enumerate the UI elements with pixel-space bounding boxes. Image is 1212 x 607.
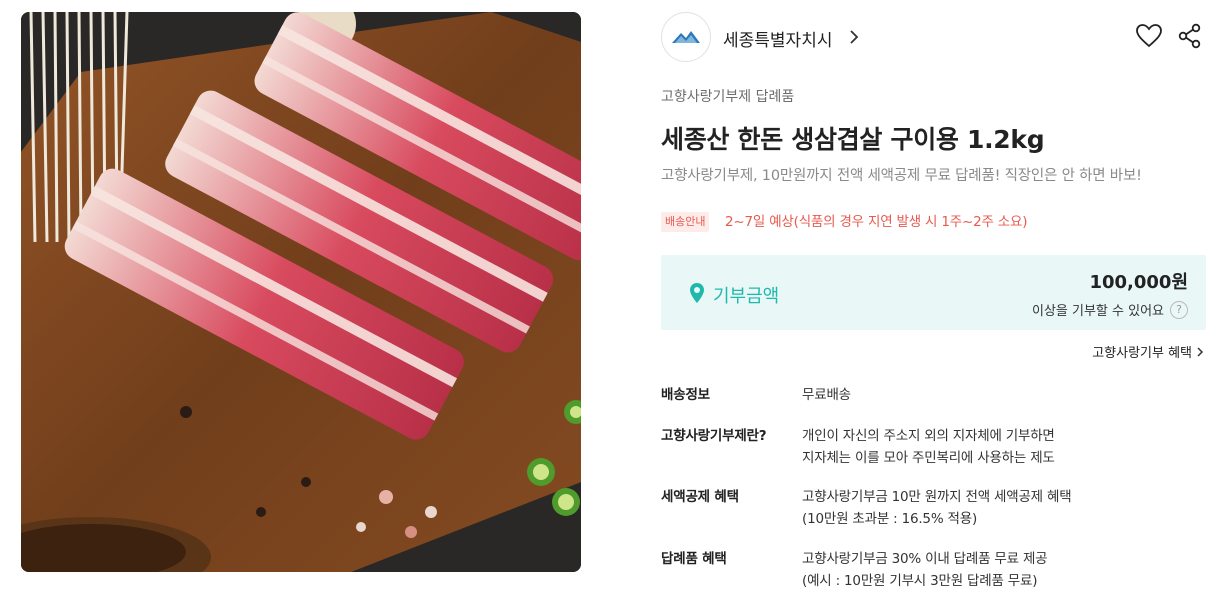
info-line: 개인이 자신의 주소지 외의 지자체에 기부하면 — [802, 428, 1055, 444]
product-subtitle: 고향사랑기부제, 10만원까지 전액 세액공제 무료 답례품! 직장인은 안 하… — [661, 168, 1142, 184]
info-label: 배송정보 — [661, 387, 710, 403]
donation-note: 이상을 기부할 수 있어요 — [1032, 304, 1164, 319]
product-title: 세종산 한돈 생삼겹살 구이용 1.2kg — [661, 125, 1045, 154]
info-label: 답례품 혜택 — [661, 551, 727, 567]
info-label: 고향사랑기부제란? — [661, 428, 767, 444]
seller-name[interactable]: 세종특별자치시 — [723, 26, 832, 51]
location-pin-icon — [690, 283, 704, 303]
pork-belly-illustration — [21, 12, 581, 572]
info-line: 지자체는 이를 모아 주민복리에 사용하는 제도 — [802, 450, 1055, 466]
seller-row[interactable]: 세종특별자치시 — [661, 12, 1206, 62]
info-value: 개인이 자신의 주소지 외의 지자체에 기부하면 지자체는 이를 모아 주민복리… — [802, 425, 1055, 469]
product-category: 고향사랑기부제 답례품 — [661, 89, 795, 105]
product-info-panel: 세종특별자치시 고향사랑기부제 답례품 세종산 한돈 생삼겹살 구이용 1.2k… — [661, 12, 1206, 607]
info-line: 고향사랑기부금 30% 이내 답례품 무료 제공 — [802, 551, 1048, 567]
delivery-badge: 배송안내 — [661, 212, 710, 232]
info-value: 무료배송 — [802, 387, 851, 403]
info-label: 세액공제 혜택 — [661, 489, 739, 505]
delivery-text: 2~7일 예상(식품의 경우 지연 발생 시 1주~2주 소요) — [725, 214, 1028, 230]
info-line: (10만원 초과분 : 16.5% 적용) — [802, 511, 978, 527]
product-image[interactable] — [21, 12, 581, 572]
share-icon[interactable] — [1176, 22, 1204, 50]
heart-icon[interactable] — [1135, 22, 1163, 50]
seller-logo-icon[interactable] — [661, 12, 711, 62]
info-line: 고향사랑기부금 10만 원까지 전액 세액공제 혜택 — [802, 489, 1072, 505]
info-line: (예시 : 10만원 기부시 3만원 답례품 무료) — [802, 573, 1038, 589]
help-icon[interactable]: ? — [1170, 301, 1188, 319]
chevron-right-icon[interactable] — [847, 26, 861, 48]
donation-label: 기부금액 — [713, 286, 780, 307]
benefit-link[interactable]: 고향사랑기부 혜택 — [1092, 342, 1204, 361]
donation-amount: 100,000원 — [1089, 272, 1188, 293]
info-value: 고향사랑기부금 10만 원까지 전액 세액공제 혜택 (10만원 초과분 : 1… — [802, 486, 1072, 530]
donation-amount-box: 기부금액 100,000원 이상을 기부할 수 있어요 ? — [661, 255, 1206, 330]
seojong-city-logo-icon — [672, 31, 700, 43]
info-value: 고향사랑기부금 30% 이내 답례품 무료 제공 (예시 : 10만원 기부시 … — [802, 548, 1048, 592]
benefit-link-label[interactable]: 고향사랑기부 혜택 — [1092, 346, 1192, 361]
chevron-right-icon — [1197, 347, 1204, 357]
